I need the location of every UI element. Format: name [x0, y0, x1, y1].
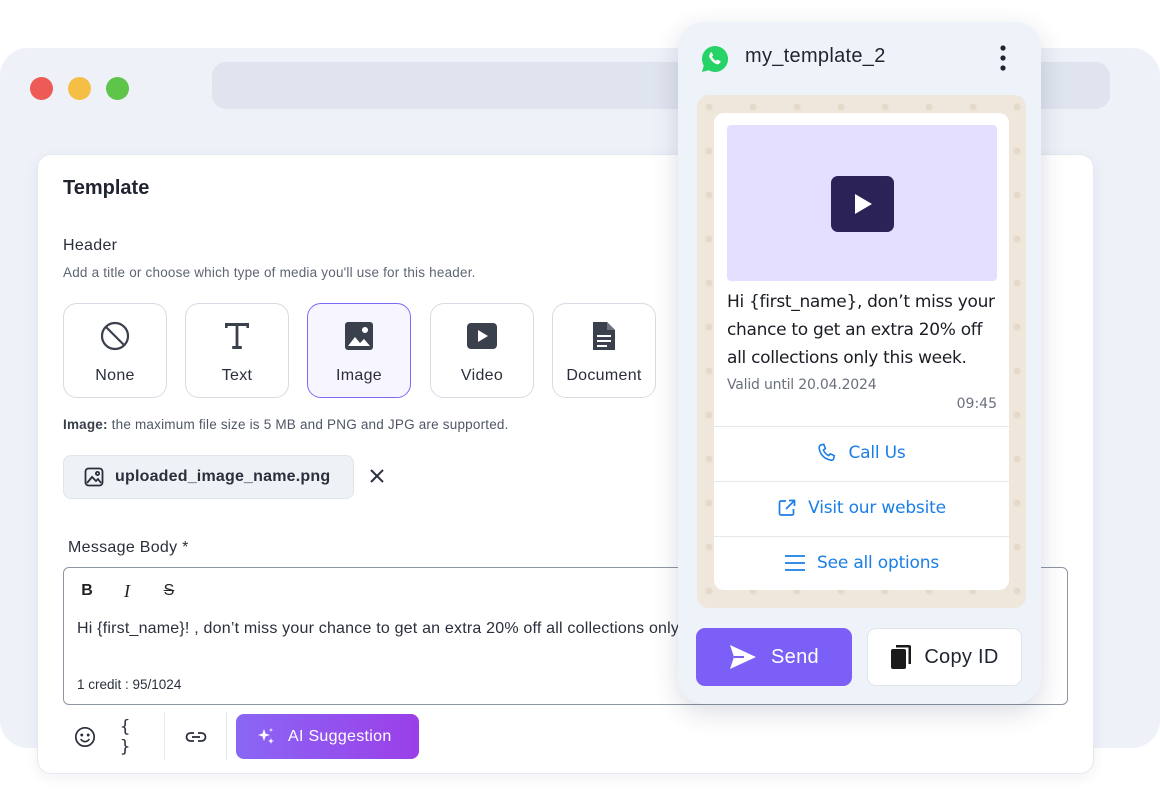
document-icon: [553, 319, 655, 353]
none-icon: [64, 319, 166, 353]
page-title: Template: [63, 177, 150, 199]
header-type-label: Image: [336, 367, 382, 384]
call-us-button[interactable]: Call Us: [714, 426, 1009, 480]
ai-suggestion-label: AI Suggestion: [288, 727, 392, 745]
copy-id-label: Copy ID: [924, 645, 999, 668]
see-all-options-label: See all options: [817, 553, 939, 573]
copy-id-button[interactable]: Copy ID: [867, 628, 1022, 686]
call-us-label: Call Us: [848, 443, 906, 463]
note-bold-label: Image:: [63, 417, 108, 432]
header-type-document-button[interactable]: Document: [552, 303, 656, 398]
header-type-video-button[interactable]: Video: [430, 303, 534, 398]
strikethrough-button[interactable]: S: [158, 580, 180, 602]
message-timestamp: 09:45: [956, 396, 997, 412]
header-type-image-button[interactable]: Image: [307, 303, 411, 398]
note-text: the maximum file size is 5 MB and PNG an…: [107, 417, 509, 432]
image-requirements-note: Image: the maximum file size is 5 MB and…: [63, 417, 509, 432]
external-link-icon: [777, 498, 797, 518]
preview-message-text: Hi {first_name}, don’t miss your chance …: [727, 292, 995, 368]
text-icon: [186, 319, 288, 353]
whatsapp-icon: [700, 44, 730, 79]
uploaded-file-name: uploaded_image_name.png: [115, 468, 331, 485]
sparkle-icon: [256, 727, 276, 747]
valid-until-text: Valid until 20.04.2024: [727, 377, 877, 393]
header-type-label: None: [95, 367, 135, 384]
see-all-options-button[interactable]: See all options: [714, 536, 1009, 590]
uploaded-file-chip: uploaded_image_name.png: [63, 455, 354, 499]
play-icon[interactable]: [831, 176, 894, 232]
bold-button[interactable]: B: [76, 580, 98, 602]
italic-button[interactable]: I: [116, 580, 138, 602]
message-body-label: Message Body *: [68, 539, 189, 556]
message-body-text[interactable]: Hi {first_name}! , don’t miss your chanc…: [77, 620, 757, 638]
toolbar-divider: [226, 712, 227, 760]
more-options-icon[interactable]: [993, 44, 1013, 72]
header-type-label: Text: [221, 367, 253, 384]
header-type-none-button[interactable]: None: [63, 303, 167, 398]
list-icon: [784, 554, 806, 572]
header-type-label: Document: [566, 367, 642, 384]
window-close-button[interactable]: [30, 77, 53, 100]
send-icon: [729, 644, 757, 670]
window-maximize-button[interactable]: [106, 77, 129, 100]
visit-website-label: Visit our website: [808, 498, 946, 518]
image-file-icon: [84, 467, 104, 492]
header-help-text: Add a title or choose which type of medi…: [63, 265, 476, 280]
link-icon[interactable]: [183, 724, 209, 750]
credit-counter: 1 credit : 95/1024: [77, 677, 182, 692]
variables-button[interactable]: { }: [120, 717, 146, 757]
header-type-text-button[interactable]: Text: [185, 303, 289, 398]
remove-file-close-icon[interactable]: [366, 465, 388, 487]
preview-template-name: my_template_2: [745, 45, 886, 67]
video-icon: [431, 319, 533, 353]
send-button[interactable]: Send: [696, 628, 852, 686]
toolbar-divider: [164, 712, 165, 760]
image-icon: [308, 319, 410, 353]
header-label: Header: [63, 237, 118, 254]
header-type-label: Video: [460, 367, 504, 384]
emoji-icon[interactable]: [72, 724, 98, 750]
send-label: Send: [771, 645, 819, 668]
visit-website-button[interactable]: Visit our website: [714, 481, 1009, 535]
copy-icon: [890, 644, 912, 670]
window-minimize-button[interactable]: [68, 77, 91, 100]
ai-suggestion-button[interactable]: AI Suggestion: [236, 714, 419, 759]
phone-icon: [817, 443, 837, 463]
